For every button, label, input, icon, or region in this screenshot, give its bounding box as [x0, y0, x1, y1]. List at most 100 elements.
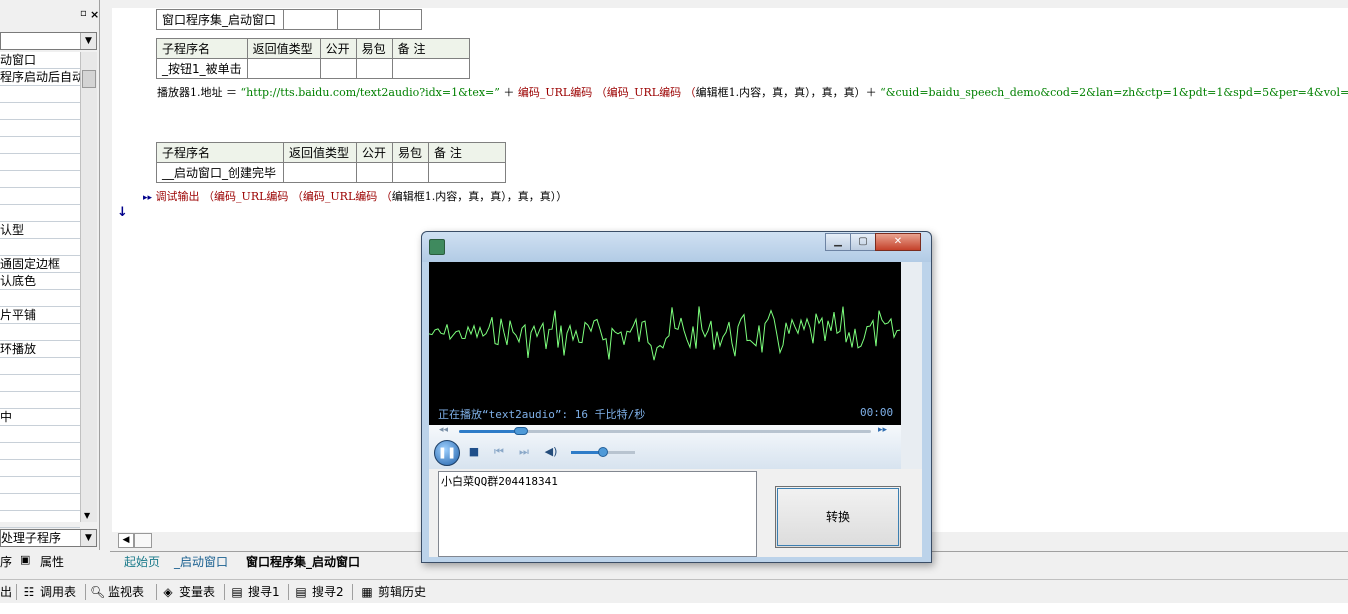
header-sub-name: 子程序名 — [156, 38, 248, 59]
property-row[interactable]: 认型 — [0, 222, 80, 239]
tts-dialog-window[interactable]: ▁ ▢ ✕ 正在播放“text2audio”: 16 千比特/秒 00:00 ◂… — [421, 231, 932, 563]
seek-thumb[interactable] — [513, 427, 528, 435]
property-row[interactable] — [0, 205, 80, 222]
code-line-debug-output[interactable]: ▸▸ 调试输出 （编码_URL编码 （编码_URL编码 （编辑框1.内容，真，真… — [143, 188, 567, 204]
assembly-name-cell[interactable]: 窗口程序集_启动窗口 — [156, 9, 284, 30]
property-row[interactable] — [0, 477, 80, 494]
search2-tab[interactable]: ▤ 搜寻2 — [294, 582, 343, 602]
text-input[interactable]: 小白菜QQ群204418341 — [438, 471, 757, 557]
property-row[interactable] — [0, 375, 80, 392]
fast-forward-icon[interactable]: ▸▸ — [878, 425, 887, 435]
header-return-type: 返回值类型 — [246, 38, 321, 59]
call-table-tab[interactable]: ☷ 调用表 — [22, 582, 76, 602]
sub-name-cell[interactable]: __启动窗口_创建完毕 — [156, 162, 284, 183]
property-row[interactable] — [0, 443, 80, 460]
scroll-thumb[interactable] — [82, 70, 96, 88]
sub-table-window-created: 子程序名 返回值类型 公开 易包 备 注 __启动窗口_创建完毕 — [156, 142, 506, 183]
pause-button[interactable]: ❚❚ — [434, 440, 460, 466]
rewind-icon[interactable]: ◂◂ — [439, 425, 448, 435]
scroll-thumb[interactable] — [134, 533, 152, 548]
search1-icon: ▤ — [231, 585, 243, 599]
scroll-down-icon[interactable]: ▼ — [84, 511, 90, 520]
property-row[interactable]: 通固定边框 — [0, 256, 80, 273]
scroll-left-icon[interactable]: ◀ — [118, 533, 134, 548]
property-row[interactable] — [0, 171, 80, 188]
left-panel-header: ▫ × — [0, 8, 104, 26]
property-row[interactable] — [0, 392, 80, 409]
search1-tab[interactable]: ▤ 搜寻1 — [230, 582, 279, 602]
remark-cell[interactable] — [428, 162, 506, 183]
tab-properties[interactable]: 属性 — [40, 553, 64, 570]
media-player-video[interactable] — [429, 262, 901, 425]
property-row[interactable]: 认底色 — [0, 273, 80, 290]
stop-icon[interactable]: ■ — [467, 445, 481, 459]
object-combo[interactable]: ▼ — [0, 32, 97, 50]
return-type-cell[interactable] — [283, 162, 357, 183]
tab-start-page[interactable]: 起始页 — [124, 554, 160, 570]
tab-program[interactable]: 序 — [0, 553, 12, 570]
property-row[interactable] — [0, 239, 80, 256]
code-line-player-url[interactable]: 播放器1.地址 ＝ “http://tts.baidu.com/text2aud… — [157, 84, 1348, 100]
previous-icon[interactable]: ⏮︎ — [492, 445, 506, 459]
chevron-down-icon[interactable]: ▼ — [80, 33, 96, 49]
current-line-arrow-icon: ↓ — [117, 205, 128, 220]
property-scrollbar[interactable]: ▼ — [80, 52, 97, 522]
property-row[interactable] — [0, 137, 80, 154]
public-cell[interactable] — [319, 58, 357, 79]
remark-cell[interactable] — [391, 58, 470, 79]
minimize-button[interactable]: ▁ — [825, 233, 851, 251]
property-row[interactable] — [0, 324, 80, 341]
clipboard-history-tab[interactable]: ▦ 剪辑历史 — [360, 582, 426, 602]
property-row[interactable]: 中 — [0, 409, 80, 426]
volume-thumb[interactable] — [598, 447, 608, 457]
property-row[interactable]: 片平铺 — [0, 307, 80, 324]
property-row[interactable] — [0, 511, 80, 528]
property-row[interactable]: 环播放 — [0, 341, 80, 358]
volume-slider[interactable] — [571, 447, 635, 457]
bottom-toolbar: 出 ☷ 调用表 🔍︎ 监视表 ◈ 变量表 ▤ 搜寻1 ▤ 搜寻2 ▦ 剪辑历史 — [0, 579, 1348, 603]
magnifier-icon: 🔍︎ — [90, 585, 106, 599]
now-playing-text: 正在播放“text2audio”: 16 千比特/秒 — [438, 408, 646, 421]
property-row[interactable] — [0, 86, 80, 103]
sub-name-cell[interactable]: _按钮1_被单击 — [156, 58, 248, 79]
property-row[interactable] — [0, 290, 80, 307]
easy-pack-cell[interactable] — [355, 58, 393, 79]
pin-icon[interactable]: ▫ — [80, 8, 87, 19]
player-side-panel — [901, 262, 922, 469]
chevron-down-icon[interactable]: ▼ — [80, 530, 96, 546]
property-row[interactable] — [0, 426, 80, 443]
property-row[interactable] — [0, 494, 80, 511]
seek-bar[interactable] — [459, 427, 871, 435]
watch-table-tab[interactable]: 🔍︎ 监视表 — [90, 582, 144, 602]
property-list[interactable]: 动窗口 程序启动后自动 认型通固定边框 认底色片平铺环播放中 — [0, 52, 80, 528]
volume-icon[interactable]: ◀) — [544, 445, 558, 459]
property-icon: ▣ — [20, 553, 31, 566]
seek-progress — [459, 430, 521, 433]
tab-window-assembly[interactable]: 窗口程序集_启动窗口 — [246, 554, 360, 570]
variable-table-tab[interactable]: ◈ 变量表 — [161, 582, 215, 602]
maximize-button[interactable]: ▢ — [850, 233, 876, 251]
property-row[interactable] — [0, 358, 80, 375]
event-combo[interactable]: 处理子程序 ▼ — [0, 529, 97, 547]
app-icon — [429, 239, 445, 255]
return-type-cell[interactable] — [246, 58, 321, 79]
property-row[interactable] — [0, 460, 80, 477]
output-tab[interactable]: 出 — [0, 582, 12, 602]
property-row[interactable]: 程序启动后自动 — [0, 69, 80, 86]
next-icon[interactable]: ⏭︎ — [517, 445, 531, 459]
expand-marker-icon[interactable]: ▸▸ — [143, 193, 152, 203]
property-row[interactable] — [0, 103, 80, 120]
player-controls: ◂◂ ▸▸ ❚❚ ■ ⏮︎ ⏭︎ ◀) — [429, 425, 901, 469]
close-icon[interactable]: × — [90, 8, 99, 21]
easy-pack-cell[interactable] — [392, 162, 429, 183]
public-cell[interactable] — [356, 162, 393, 183]
property-row[interactable] — [0, 154, 80, 171]
property-row[interactable] — [0, 188, 80, 205]
property-row[interactable]: 动窗口 — [0, 52, 80, 69]
dialog-titlebar[interactable]: ▁ ▢ ✕ — [422, 232, 931, 262]
tab-start-window[interactable]: _启动窗口 — [174, 554, 228, 570]
convert-button[interactable]: 转换 — [775, 486, 901, 548]
property-row[interactable] — [0, 120, 80, 137]
close-button[interactable]: ✕ — [875, 233, 921, 251]
header-return-type: 返回值类型 — [283, 142, 357, 163]
